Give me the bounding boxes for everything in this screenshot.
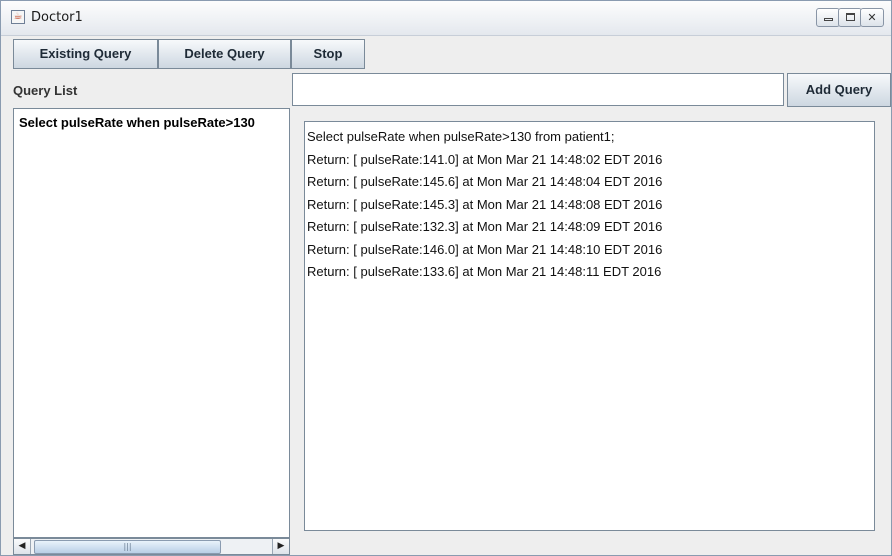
scrollbar-thumb[interactable]: ||| <box>34 540 221 554</box>
scroll-left-icon[interactable]: ◀ <box>14 539 31 554</box>
delete-query-button[interactable]: Delete Query <box>158 39 291 69</box>
output-line: Return: [ pulseRate:133.6] at Mon Mar 21… <box>307 264 662 279</box>
output-line: Return: [ pulseRate:145.3] at Mon Mar 21… <box>307 196 663 212</box>
existing-query-button[interactable]: Existing Query <box>13 39 158 69</box>
output-text-area[interactable]: Select pulseRate when pulseRate>130 from… <box>304 121 875 531</box>
list-item[interactable]: Select pulseRate when pulseRate>130 <box>19 115 255 130</box>
minimize-icon <box>823 18 833 21</box>
maximize-icon <box>845 13 855 21</box>
minimize-button[interactable] <box>816 8 840 27</box>
query-list-label: Query List <box>13 83 78 98</box>
output-line: Return: [ pulseRate:132.3] at Mon Mar 21… <box>307 219 663 234</box>
close-icon: ✕ <box>867 11 877 24</box>
maximize-button[interactable] <box>838 8 862 27</box>
toolbar: Existing Query Delete Query Stop <box>1 36 891 71</box>
app-window: ☕ Doctor1 ✕ Existing Query Delete Query … <box>0 0 892 556</box>
stop-button[interactable]: Stop <box>291 39 365 69</box>
output-line: Return: [ pulseRate:145.6] at Mon Mar 21… <box>307 174 663 189</box>
title-bar[interactable]: ☕ Doctor1 ✕ <box>1 1 891 36</box>
java-cup-icon: ☕ <box>11 10 25 24</box>
horizontal-scrollbar[interactable]: ◀ ||| ▶ <box>13 538 290 555</box>
window-title: Doctor1 <box>31 10 83 25</box>
output-line: Select pulseRate when pulseRate>130 from… <box>307 129 615 144</box>
close-button[interactable]: ✕ <box>860 8 884 27</box>
output-line: Return: [ pulseRate:141.0] at Mon Mar 21… <box>307 151 663 167</box>
query-input[interactable] <box>292 73 784 106</box>
scroll-right-icon[interactable]: ▶ <box>272 539 289 554</box>
add-query-button[interactable]: Add Query <box>787 73 891 107</box>
output-line: Return: [ pulseRate:146.0] at Mon Mar 21… <box>307 241 663 257</box>
query-list[interactable]: Select pulseRate when pulseRate>130 <box>13 108 290 538</box>
